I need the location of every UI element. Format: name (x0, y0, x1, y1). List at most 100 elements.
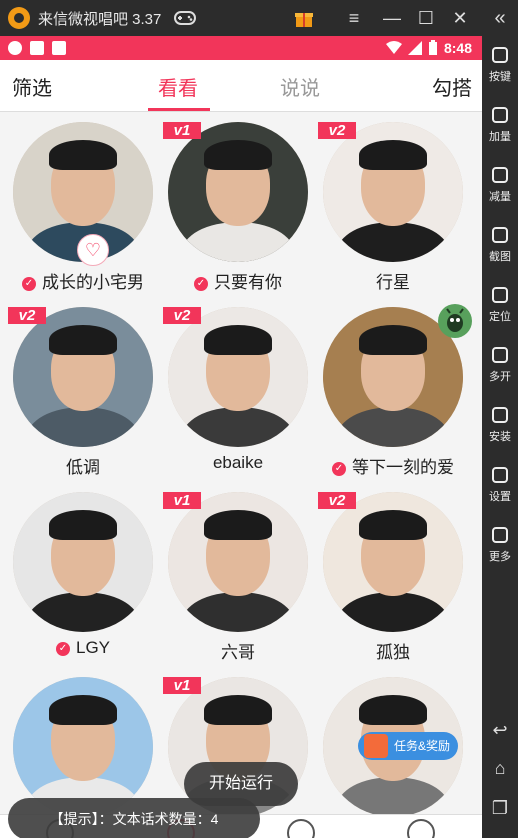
signal-icon (407, 41, 422, 55)
user-name-row: 六哥 (163, 638, 313, 663)
verified-icon: ✓ (55, 642, 70, 656)
sidebar-item-location[interactable]: 定位 (482, 284, 518, 324)
avatar[interactable] (13, 677, 153, 817)
home-icon[interactable]: ⌂ (486, 750, 514, 786)
vip-badge: v2 (318, 492, 356, 509)
task-reward-label: 任务&奖励 (393, 739, 450, 753)
verified-icon: ✓ (332, 462, 346, 476)
sidebar-item-label: 截图 (489, 251, 511, 263)
sidebar-item-label: 按键 (489, 71, 511, 83)
sidebar-item-label: 减量 (489, 191, 511, 203)
gift-icon (364, 734, 388, 758)
verified-icon: ✓ (194, 277, 208, 291)
tab-indicator (148, 108, 210, 111)
emulator-window: 来信微视唱吧 3.37 ≡ — ☐ ✕ « 按键加量减量截图定位多开安装设置更多… (0, 0, 518, 838)
menu-icon[interactable]: ≡ (340, 0, 368, 36)
sidebar-item-apk-install[interactable]: 安装 (482, 404, 518, 444)
maximize-icon[interactable]: ☐ (412, 0, 440, 36)
user-name: ebaike (212, 453, 264, 472)
emulator-title-bar: 来信微视唱吧 3.37 ≡ — ☐ ✕ (0, 0, 518, 36)
tab-flirt[interactable]: 勾搭 (432, 72, 472, 101)
app-logo-icon (8, 7, 30, 29)
verified-icon: ✓ (22, 277, 36, 291)
user-name: 六哥 (221, 643, 255, 662)
sidebar-item-label: 安装 (489, 431, 511, 443)
user-card[interactable]: ♡ ✓ 成长的小宅男 (8, 122, 158, 308)
tip-toast: 【提示】：文本话术数量：4 (8, 798, 260, 838)
user-card[interactable]: v2 行星 (318, 122, 468, 308)
sidebar-item-volume-down[interactable]: 减量 (482, 164, 518, 204)
avatar[interactable] (168, 122, 308, 262)
vip-badge: v1 (163, 677, 201, 694)
emulator-sidebar: « 按键加量减量截图定位多开安装设置更多 ↩ ⌂ ❐ (482, 0, 518, 838)
back-icon[interactable]: ↩ (486, 712, 514, 748)
wifi-icon (385, 41, 402, 54)
vip-badge: v2 (8, 307, 46, 324)
user-name-row: ✓ LGY (8, 638, 158, 658)
avatar[interactable] (323, 492, 463, 632)
user-name-row: 行星 (318, 268, 468, 293)
sidebar-item-label: 更多 (489, 551, 511, 563)
avatar[interactable] (168, 307, 308, 447)
avatar[interactable] (13, 307, 153, 447)
notification-icon (30, 41, 44, 55)
sidebar-item-volume-up[interactable]: 加量 (482, 104, 518, 144)
user-name: 孤独 (376, 643, 410, 662)
location-icon (482, 284, 518, 306)
sidebar-item-more[interactable]: 更多 (482, 524, 518, 564)
close-icon[interactable]: ✕ (446, 0, 474, 36)
avatar[interactable] (13, 492, 153, 632)
minimize-icon[interactable]: — (378, 0, 406, 36)
avatar[interactable] (168, 492, 308, 632)
sidebar-item-keyboard[interactable]: 按键 (482, 44, 518, 84)
vip-badge: v2 (318, 122, 356, 139)
sidebar-item-label: 多开 (489, 371, 511, 383)
status-time: 8:48 (443, 40, 472, 56)
user-card[interactable]: v2 孤独 (318, 492, 468, 678)
sidebar-item-label: 设置 (489, 491, 511, 503)
gamepad-icon[interactable] (172, 0, 198, 36)
notification-icon (52, 41, 66, 55)
user-card[interactable]: v1 ✓ 只要有你 (163, 122, 313, 308)
avatar[interactable] (323, 122, 463, 262)
user-name: LGY (75, 638, 111, 657)
scissors-icon (482, 224, 518, 246)
more-icon (482, 524, 518, 546)
user-name-row: 低调 (8, 453, 158, 478)
user-name: 低调 (66, 458, 100, 477)
tab-watch[interactable]: 看看 (158, 72, 198, 101)
nav-item-user[interactable]: 我的 (373, 819, 469, 838)
task-reward-button[interactable]: 任务&奖励 (358, 732, 458, 760)
user-name-row: ✓ 成长的小宅男 (8, 268, 158, 293)
heart-icon[interactable]: ♡ (77, 234, 109, 266)
user-name: 行星 (376, 273, 410, 292)
user-name: 只要有你 (214, 273, 282, 292)
gear-icon (482, 464, 518, 486)
tab-talk[interactable]: 说说 (280, 72, 320, 101)
sidebar-item-multi-instance[interactable]: 多开 (482, 344, 518, 384)
user-card[interactable]: v2 低调 (8, 307, 158, 493)
user-card[interactable]: v2 ebaike (163, 307, 313, 493)
multi-instance-icon (482, 344, 518, 366)
sidebar-item-gear[interactable]: 设置 (482, 464, 518, 504)
user-icon (407, 819, 435, 838)
user-card[interactable]: v1 六哥 (163, 492, 313, 678)
sidebar-item-label: 加量 (489, 131, 511, 143)
bug-icon[interactable] (438, 304, 472, 338)
user-name-row: ✓ 只要有你 (163, 268, 313, 293)
sidebar-item-label: 定位 (489, 311, 511, 323)
tab-filter[interactable]: 筛选 (12, 72, 52, 101)
user-card[interactable]: ✓ LGY (8, 492, 158, 678)
gift-icon[interactable] (290, 0, 318, 36)
chat-icon (287, 819, 315, 838)
nav-item-chat[interactable]: 消息 (253, 819, 349, 838)
collapse-sidebar-icon[interactable]: « (486, 0, 514, 36)
status-bar: 8:48 (0, 36, 482, 60)
user-name: 等下一刻的爱 (352, 458, 454, 477)
battery-icon (428, 40, 437, 55)
sidebar-item-scissors[interactable]: 截图 (482, 224, 518, 264)
notification-icon (8, 41, 22, 55)
vip-badge: v1 (163, 492, 201, 509)
recent-apps-icon[interactable]: ❐ (486, 790, 514, 826)
vip-badge: v2 (163, 307, 201, 324)
